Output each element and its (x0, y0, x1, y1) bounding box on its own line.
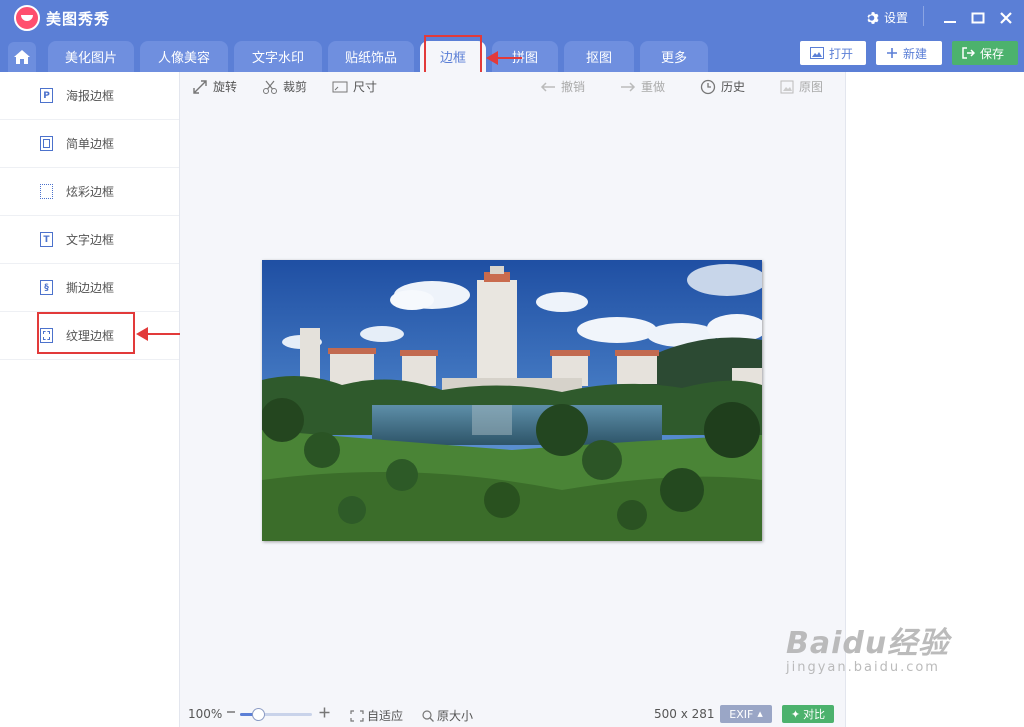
fit-label: 自适应 (367, 709, 404, 723)
app-title: 美图秀秀 (46, 10, 111, 28)
open-label: 打开 (829, 46, 854, 61)
tab-portrait[interactable]: 人像美容 (140, 41, 228, 72)
history-label: 历史 (721, 80, 746, 94)
undo-label: 撤销 (561, 80, 586, 94)
sidebar-item-label: 文字边框 (66, 233, 115, 247)
watermark-sub-text: jingyan.baidu.com (786, 660, 940, 675)
sidebar-item-colorful-frame[interactable]: 炫彩边框 (0, 168, 179, 216)
sidebar-item-simple-frame[interactable]: 简单边框 (0, 120, 179, 168)
rotate-label: 旋转 (213, 80, 238, 94)
export-icon (962, 47, 975, 59)
tab-annotation-arrow (486, 51, 522, 65)
plus-icon (319, 707, 330, 718)
tab-bar: 美化图片 人像美容 文字水印 贴纸饰品 边框 拼图 抠图 更多 打开 新建 保存 (0, 36, 1024, 72)
title-bar: 美图秀秀 设置 (0, 0, 1024, 36)
app-logo-icon (14, 5, 40, 31)
tab-text-watermark[interactable]: 文字水印 (234, 41, 322, 72)
new-button[interactable]: 新建 (876, 41, 942, 65)
undo-button[interactable]: 撤销 (540, 78, 585, 95)
original-label: 原图 (799, 80, 824, 94)
title-divider (923, 6, 924, 26)
settings-button[interactable]: 设置 (866, 9, 908, 26)
size-label: 尺寸 (353, 80, 378, 94)
campus-photo-image (262, 260, 762, 541)
baidu-watermark: Baidu经验 jingyan.baidu.com (786, 618, 949, 675)
new-label: 新建 (903, 46, 928, 61)
actual-size-button[interactable]: 原大小 (422, 707, 473, 724)
home-icon (14, 50, 30, 64)
zoom-level: 100% (188, 707, 223, 721)
crop-button[interactable]: 裁剪 (262, 78, 307, 95)
sidebar-item-label: 炫彩边框 (66, 185, 115, 199)
sidebar-item-label: 撕边边框 (66, 281, 115, 295)
image-icon (810, 47, 824, 59)
poster-frame-icon: P (40, 88, 53, 103)
simple-frame-icon (40, 136, 53, 151)
redo-label: 重做 (641, 80, 666, 94)
close-button[interactable] (996, 8, 1016, 28)
text-frame-icon: T (40, 232, 53, 247)
actual-size-label: 原大小 (437, 709, 474, 723)
exif-label: EXIF (729, 707, 754, 721)
tab-stickers[interactable]: 贴纸饰品 (328, 41, 414, 72)
undo-arrow-icon (540, 81, 555, 92)
tab-more[interactable]: 更多 (640, 41, 708, 72)
tab-beautify[interactable]: 美化图片 (48, 41, 134, 72)
minimize-button[interactable] (940, 8, 960, 28)
gear-icon (867, 11, 879, 24)
sidebar-highlight-box (37, 312, 135, 354)
original-image-icon (780, 80, 794, 93)
save-button[interactable]: 保存 (952, 41, 1018, 65)
magnifier-icon (422, 709, 434, 722)
redo-arrow-icon (621, 81, 636, 92)
maximize-button[interactable] (968, 8, 988, 28)
tab-cutout[interactable]: 抠图 (564, 41, 634, 72)
exif-button[interactable]: EXIF ▲ (720, 705, 772, 723)
sidebar-item-text-frame[interactable]: T 文字边框 (0, 216, 179, 264)
crop-label: 裁剪 (283, 80, 308, 94)
sidebar-item-label: 海报边框 (66, 89, 115, 103)
clock-icon (700, 79, 716, 94)
app-window: 美图秀秀 设置 美化图片 人像美容 文字水印 贴纸饰品 边框 拼图 抠图 更多 … (0, 0, 1024, 727)
fit-icon (350, 709, 364, 722)
open-button[interactable]: 打开 (800, 41, 866, 65)
scissors-icon (263, 80, 277, 94)
fit-to-window-button[interactable]: 自适应 (350, 707, 403, 724)
history-button[interactable]: 历史 (700, 78, 745, 95)
sparkle-icon: ✦ (790, 707, 801, 721)
torn-edge-frame-icon: § (40, 280, 53, 295)
redo-button[interactable]: 重做 (620, 78, 665, 95)
close-icon (1000, 12, 1012, 24)
maximize-icon (971, 12, 985, 24)
minimize-icon (944, 21, 956, 23)
size-button[interactable]: 尺寸 (332, 78, 377, 95)
resize-icon (332, 81, 348, 92)
zoom-out-button[interactable] (226, 707, 236, 717)
image-dimensions: 500 x 281 (654, 707, 715, 721)
sidebar-item-torn-edge-frame[interactable]: § 撕边边框 (0, 264, 179, 312)
home-button[interactable] (8, 42, 36, 72)
sidebar-item-poster-frame[interactable]: P 海报边框 (0, 72, 179, 120)
caret-up-icon: ▲ (757, 710, 763, 718)
settings-label: 设置 (884, 11, 909, 25)
zoom-in-button[interactable] (319, 707, 330, 718)
colorful-frame-icon (40, 184, 53, 199)
rotate-button[interactable]: 旋转 (192, 78, 237, 95)
watermark-main-text: Baidu经验 (786, 626, 950, 661)
original-button[interactable]: 原图 (780, 78, 823, 95)
zoom-slider[interactable] (240, 708, 312, 721)
status-bar: 100% 自适应 原大小 500 x 281 EXIF ▲ ✦ 对比 (180, 702, 845, 727)
compare-label: 对比 (803, 708, 826, 721)
rotate-icon (193, 79, 207, 94)
minus-icon (227, 711, 235, 713)
save-label: 保存 (980, 46, 1005, 61)
plus-icon (887, 48, 897, 58)
sidebar-item-label: 简单边框 (66, 137, 115, 151)
canvas-area: 旋转 裁剪 尺寸 撤销 重做 历史 原图 100% 自适应 原大小 500 x … (180, 72, 845, 727)
frame-category-sidebar: P 海报边框 简单边框 炫彩边框 T 文字边框 § 撕边边框 纹理边框 (0, 72, 180, 727)
zoom-slider-handle[interactable] (252, 708, 265, 721)
photo-preview[interactable] (262, 260, 762, 541)
compare-button[interactable]: ✦ 对比 (782, 705, 834, 723)
